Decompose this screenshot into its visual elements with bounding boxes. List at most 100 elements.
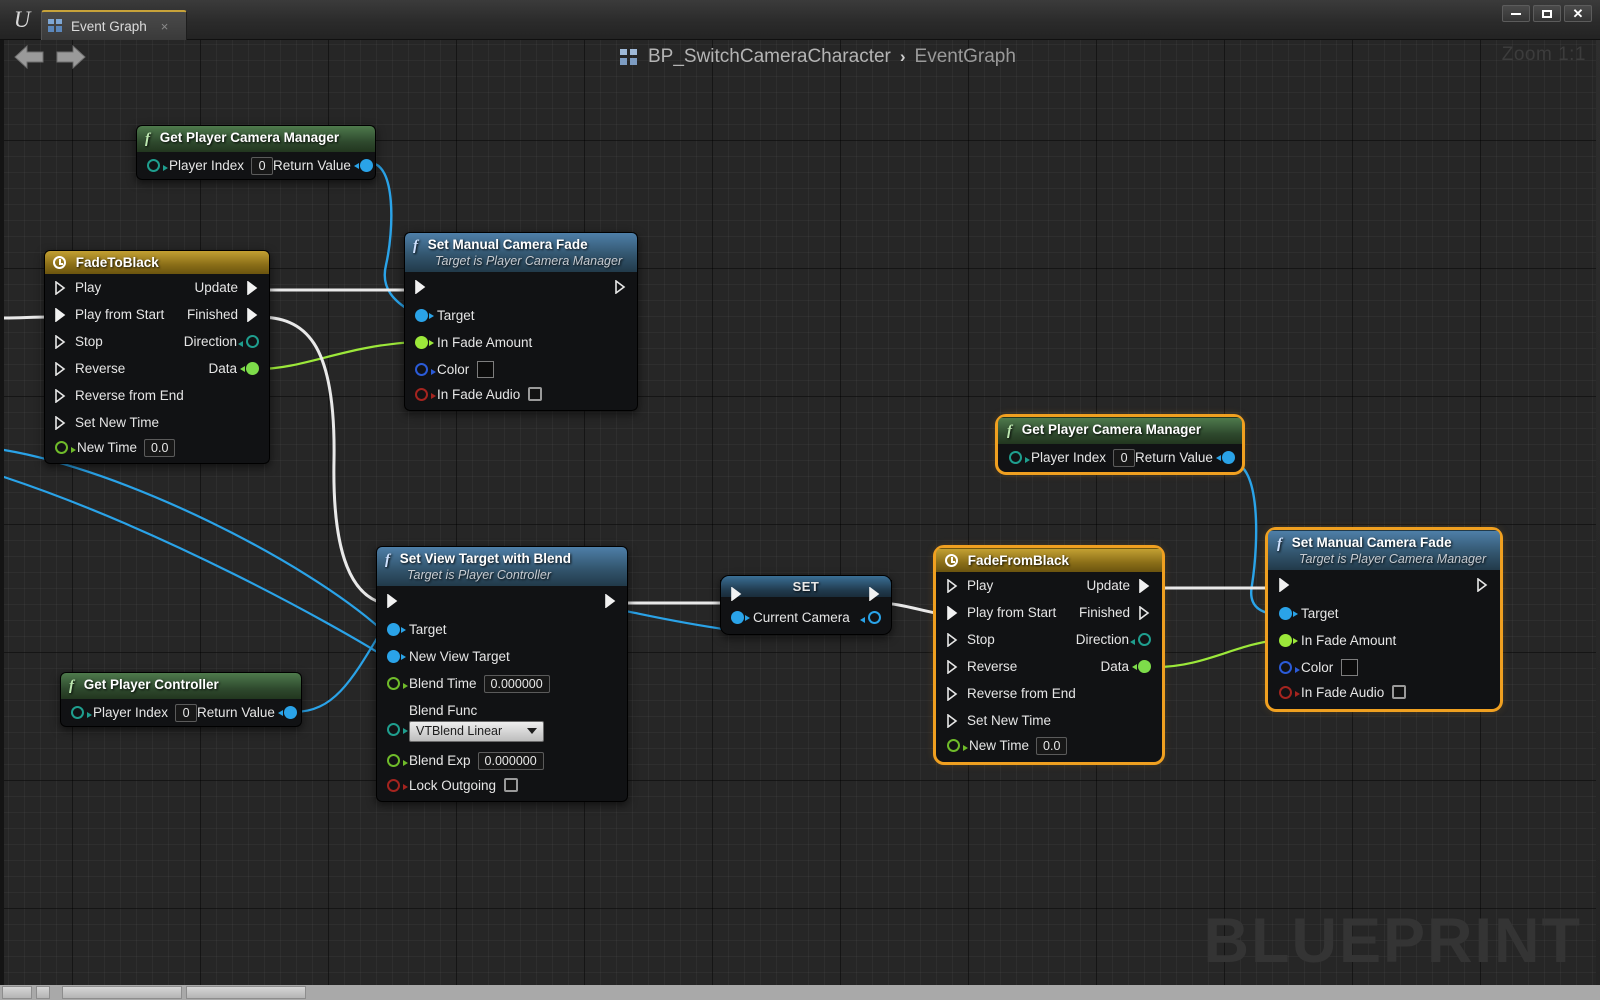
new-time-value[interactable]: 0.0 [144, 438, 176, 457]
update-exec-out-pin[interactable] [247, 280, 259, 295]
node-set-current-camera[interactable]: SET Current Camera [720, 575, 892, 635]
target-input-pin[interactable] [415, 309, 434, 322]
blend-time-label: Blend Time [409, 676, 477, 691]
in-fade-audio-label: In Fade Audio [1301, 684, 1385, 700]
taskbar-item[interactable] [186, 986, 306, 999]
function-icon: f [385, 552, 390, 568]
breadcrumb-leaf[interactable]: EventGraph [915, 46, 1016, 68]
node-get-player-camera-manager-1[interactable]: f Get Player Camera Manager Player Index… [136, 125, 376, 180]
player-index-value[interactable]: 0 [1113, 448, 1136, 467]
play-from-start-exec-in-pin[interactable] [55, 307, 67, 322]
exec-out-pin[interactable] [615, 280, 627, 294]
exec-in-pin[interactable] [415, 280, 427, 294]
pin-row-target: Target [377, 616, 627, 643]
blend-func-dropdown[interactable]: VTBlend Linear [409, 720, 544, 742]
in-fade-audio-input-pin[interactable] [1279, 685, 1300, 699]
event-graph-canvas[interactable]: f Get Player Camera Manager Player Index… [4, 40, 1596, 985]
new-time-input-pin[interactable] [947, 739, 968, 752]
player-index-input-pin[interactable] [1009, 451, 1030, 464]
exec-out-pin[interactable] [1477, 578, 1489, 592]
set-new-time-exec-in-pin[interactable] [947, 713, 959, 728]
data-output-pin[interactable] [240, 362, 259, 375]
node-fade-from-black[interactable]: FadeFromBlack Play Update Play from Star… [933, 545, 1165, 765]
return-value-output-pin[interactable] [1215, 451, 1235, 464]
blend-time-value[interactable]: 0.000000 [483, 674, 550, 693]
breadcrumb-root[interactable]: BP_SwitchCameraCharacter [648, 46, 891, 68]
return-value-output-pin[interactable] [277, 706, 297, 719]
taskbar-item[interactable] [36, 986, 50, 999]
return-value-output-pin[interactable] [353, 159, 373, 172]
lock-outgoing-input-pin[interactable] [387, 778, 408, 792]
direction-output-pin[interactable] [238, 335, 259, 348]
node-set-manual-camera-fade-2[interactable]: f Set Manual Camera Fade Target is Playe… [1265, 527, 1503, 712]
in-fade-amount-input-pin[interactable] [1279, 634, 1298, 647]
new-time-value[interactable]: 0.0 [1036, 736, 1068, 755]
current-camera-output-pin[interactable] [860, 611, 881, 624]
maximize-button[interactable] [1533, 5, 1561, 22]
node-fade-to-black[interactable]: FadeToBlack Play Update Play from Start … [44, 250, 270, 464]
target-input-pin[interactable] [387, 623, 406, 636]
exec-in-pin[interactable] [387, 594, 399, 608]
set-new-time-exec-in-pin[interactable] [55, 415, 67, 430]
blend-exp-input-pin[interactable] [387, 754, 408, 767]
in-fade-audio-input-pin[interactable] [415, 387, 436, 401]
new-time-input-pin[interactable] [55, 441, 76, 454]
new-view-target-input-pin[interactable] [387, 650, 406, 663]
update-label: Update [1086, 578, 1130, 593]
close-window-button[interactable]: ✕ [1564, 5, 1592, 22]
data-output-pin[interactable] [1132, 660, 1151, 673]
lock-outgoing-checkbox[interactable] [504, 778, 519, 792]
reverse-from-end-exec-in-pin[interactable] [947, 686, 959, 701]
current-camera-input-pin[interactable] [731, 611, 750, 624]
blend-exp-value[interactable]: 0.000000 [477, 751, 544, 770]
in-fade-audio-checkbox[interactable] [1392, 685, 1407, 699]
in-fade-amount-input-pin[interactable] [415, 336, 434, 349]
player-index-input-pin[interactable] [71, 706, 92, 719]
color-input-pin[interactable] [1279, 661, 1300, 674]
exec-in-pin[interactable] [1279, 578, 1291, 592]
node-set-manual-camera-fade-1[interactable]: f Set Manual Camera Fade Target is Playe… [404, 232, 638, 411]
reverse-exec-in-pin[interactable] [55, 361, 67, 376]
play-from-start-exec-in-pin[interactable] [947, 605, 959, 620]
exec-out-pin[interactable] [605, 594, 617, 608]
player-index-value[interactable]: 0 [175, 703, 198, 722]
reverse-from-end-exec-in-pin[interactable] [55, 388, 67, 403]
minimize-button[interactable] [1502, 5, 1530, 22]
direction-output-pin[interactable] [1130, 633, 1151, 646]
node-get-player-camera-manager-2[interactable]: f Get Player Camera Manager Player Index… [995, 414, 1245, 475]
exec-in-pin[interactable] [731, 586, 743, 601]
back-button[interactable] [12, 44, 44, 70]
exec-out-pin[interactable] [869, 586, 881, 601]
close-icon[interactable]: × [161, 19, 169, 34]
player-index-input-pin[interactable] [147, 159, 168, 172]
taskbar[interactable] [0, 985, 1600, 1000]
pin-row-in-fade-audio: In Fade Audio [1269, 681, 1499, 708]
reverse-label: Reverse [967, 659, 1018, 674]
node-get-player-controller[interactable]: f Get Player Controller Player Index 0 R… [60, 672, 302, 727]
node-set-view-target-with-blend[interactable]: f Set View Target with Blend Target is P… [376, 546, 628, 802]
blend-time-input-pin[interactable] [387, 677, 408, 690]
tab-event-graph[interactable]: Event Graph × [41, 10, 187, 40]
color-swatch[interactable] [477, 361, 495, 378]
stop-exec-in-pin[interactable] [947, 632, 959, 647]
play-exec-in-pin[interactable] [55, 280, 67, 295]
color-input-pin[interactable] [415, 363, 436, 376]
taskbar-item[interactable] [62, 986, 182, 999]
pin-row-blend-func: Blend Func VTBlend Linear [377, 697, 627, 747]
player-index-label: Player Index [169, 158, 245, 173]
in-fade-audio-checkbox[interactable] [528, 387, 543, 401]
update-exec-out-pin[interactable] [1139, 578, 1151, 593]
play-exec-in-pin[interactable] [947, 578, 959, 593]
finished-exec-out-pin[interactable] [1139, 605, 1151, 620]
reverse-exec-in-pin[interactable] [947, 659, 959, 674]
stop-exec-in-pin[interactable] [55, 334, 67, 349]
forward-button[interactable] [54, 44, 86, 70]
finished-exec-out-pin[interactable] [247, 307, 259, 322]
color-swatch[interactable] [1341, 659, 1359, 676]
target-input-pin[interactable] [1279, 607, 1298, 620]
player-index-value[interactable]: 0 [251, 156, 274, 175]
node-body: Play Update Play from Start Finished Sto… [936, 572, 1162, 762]
blend-func-input-pin[interactable] [387, 722, 408, 736]
function-icon: f [145, 131, 150, 147]
taskbar-item[interactable] [2, 986, 32, 999]
